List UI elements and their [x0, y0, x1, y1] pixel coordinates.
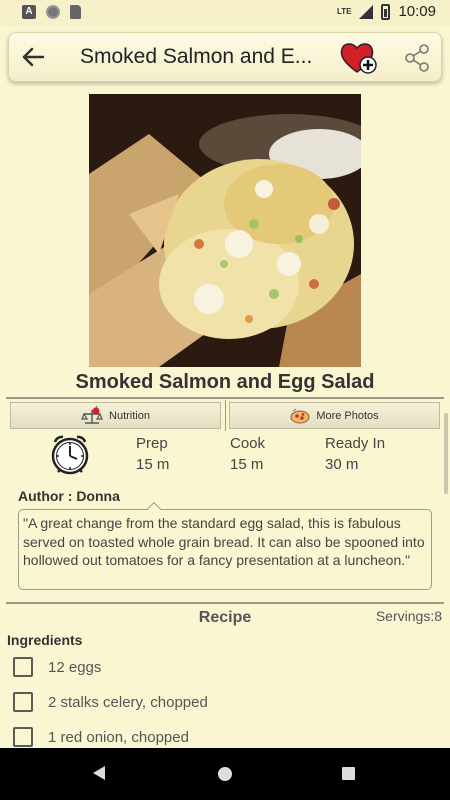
ready-value: 30 m — [325, 456, 359, 473]
status-bar: A LTE 10:09 — [0, 0, 450, 26]
more-photos-button[interactable]: More Photos — [229, 402, 440, 429]
cook-value: 15 m — [230, 456, 264, 473]
ingredient-row[interactable]: 12 eggs — [13, 656, 101, 678]
share-icon[interactable] — [403, 43, 431, 73]
divider — [6, 397, 444, 399]
alarm-clock-icon — [51, 435, 89, 475]
back-arrow-icon[interactable] — [19, 43, 47, 71]
ready-label: Ready In — [325, 435, 386, 452]
prep-time: Prep 15 m — [136, 433, 169, 475]
ingredient-text: 1 red onion, chopped — [48, 728, 189, 746]
recipe-description: "A great change from the standard egg sa… — [18, 509, 432, 590]
servings-label: Servings:8 — [375, 608, 442, 624]
cook-time: Cook 15 m — [230, 433, 265, 475]
ingredient-checkbox[interactable] — [13, 727, 33, 747]
notification-a-icon: A — [22, 5, 36, 19]
prep-value: 15 m — [136, 456, 170, 473]
recipe-title: Smoked Salmon and Egg Salad — [75, 371, 375, 393]
battery-icon — [381, 3, 391, 20]
network-type-label: LTE — [336, 6, 352, 16]
ingredient-checkbox[interactable] — [13, 692, 33, 712]
nav-home-icon[interactable] — [218, 767, 232, 781]
ingredient-text: 2 stalks celery, chopped — [48, 693, 208, 711]
notification-circle-icon — [46, 5, 60, 19]
signal-icon — [359, 4, 374, 19]
tab-separator — [225, 400, 226, 431]
ready-time: Ready In 30 m — [325, 433, 385, 475]
divider — [6, 602, 444, 604]
nav-recents-icon[interactable] — [342, 767, 355, 780]
recipe-photo[interactable] — [89, 94, 361, 367]
nutrition-scale-icon — [81, 405, 103, 424]
ingredient-text: 12 eggs — [48, 658, 102, 676]
sd-card-icon — [70, 5, 81, 19]
nav-back-icon[interactable] — [93, 766, 105, 780]
ingredients-title: Ingredients — [7, 632, 83, 648]
cook-label: Cook — [230, 435, 266, 452]
favorite-add-icon[interactable] — [339, 40, 379, 76]
ingredient-row[interactable]: 1 red onion, chopped — [13, 726, 189, 748]
system-nav-bar — [0, 748, 450, 800]
app-toolbar: Smoked Salmon and E... — [8, 32, 442, 82]
ingredient-row[interactable]: 2 stalks celery, chopped — [13, 691, 208, 713]
toolbar-title: Smoked Salmon and E... — [80, 45, 313, 68]
nutrition-button[interactable]: Nutrition — [10, 402, 221, 429]
nutrition-label: Nutrition — [109, 409, 150, 422]
status-time: 10:09 — [398, 3, 436, 20]
author-label: Author : Donna — [18, 488, 120, 504]
photos-pizza-icon — [290, 408, 310, 423]
more-photos-label: More Photos — [316, 409, 379, 422]
prep-label: Prep — [136, 435, 168, 452]
ingredient-checkbox[interactable] — [13, 657, 33, 677]
scrollbar[interactable] — [444, 413, 448, 494]
